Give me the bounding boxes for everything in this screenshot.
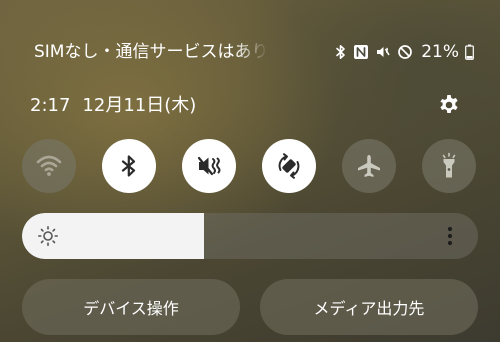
brightness-slider[interactable] [22,213,478,259]
mute-icon [195,152,223,180]
battery-icon [465,44,474,60]
sound-mute-toggle[interactable] [182,139,236,193]
auto-rotate-icon [274,151,304,181]
do-not-disturb-icon [397,44,413,60]
flashlight-icon [435,152,463,180]
settings-button[interactable] [436,94,462,120]
wifi-icon [35,152,63,180]
wifi-toggle[interactable] [22,139,76,193]
airplane-icon [355,152,383,180]
status-icons: 21% [335,40,474,64]
gear-icon [437,93,461,121]
more-vertical-icon[interactable] [438,224,462,248]
vibrate-mute-icon [375,44,391,60]
bluetooth-toggle[interactable] [102,139,156,193]
device-control-button[interactable]: デバイス操作 [22,279,240,335]
nfc-icon [353,44,369,60]
quick-toggles [22,139,478,193]
bluetooth-icon [335,44,347,60]
status-bar: SIMなし・通信サービスはあり 21% [0,0,500,104]
clock: 2:17 [30,95,71,116]
sun-icon [37,225,59,247]
flashlight-toggle[interactable] [422,139,476,193]
carrier-status-text: SIMなし・通信サービスはあり [34,42,269,62]
clock-date-row: 2:17 12月11日(木) [30,94,196,118]
battery-percent: 21% [421,42,459,62]
date: 12月11日(木) [82,95,197,116]
auto-rotate-toggle[interactable] [262,139,316,193]
bluetooth-icon [116,153,142,179]
airplane-mode-toggle[interactable] [342,139,396,193]
media-output-button[interactable]: メディア出力先 [260,279,478,335]
